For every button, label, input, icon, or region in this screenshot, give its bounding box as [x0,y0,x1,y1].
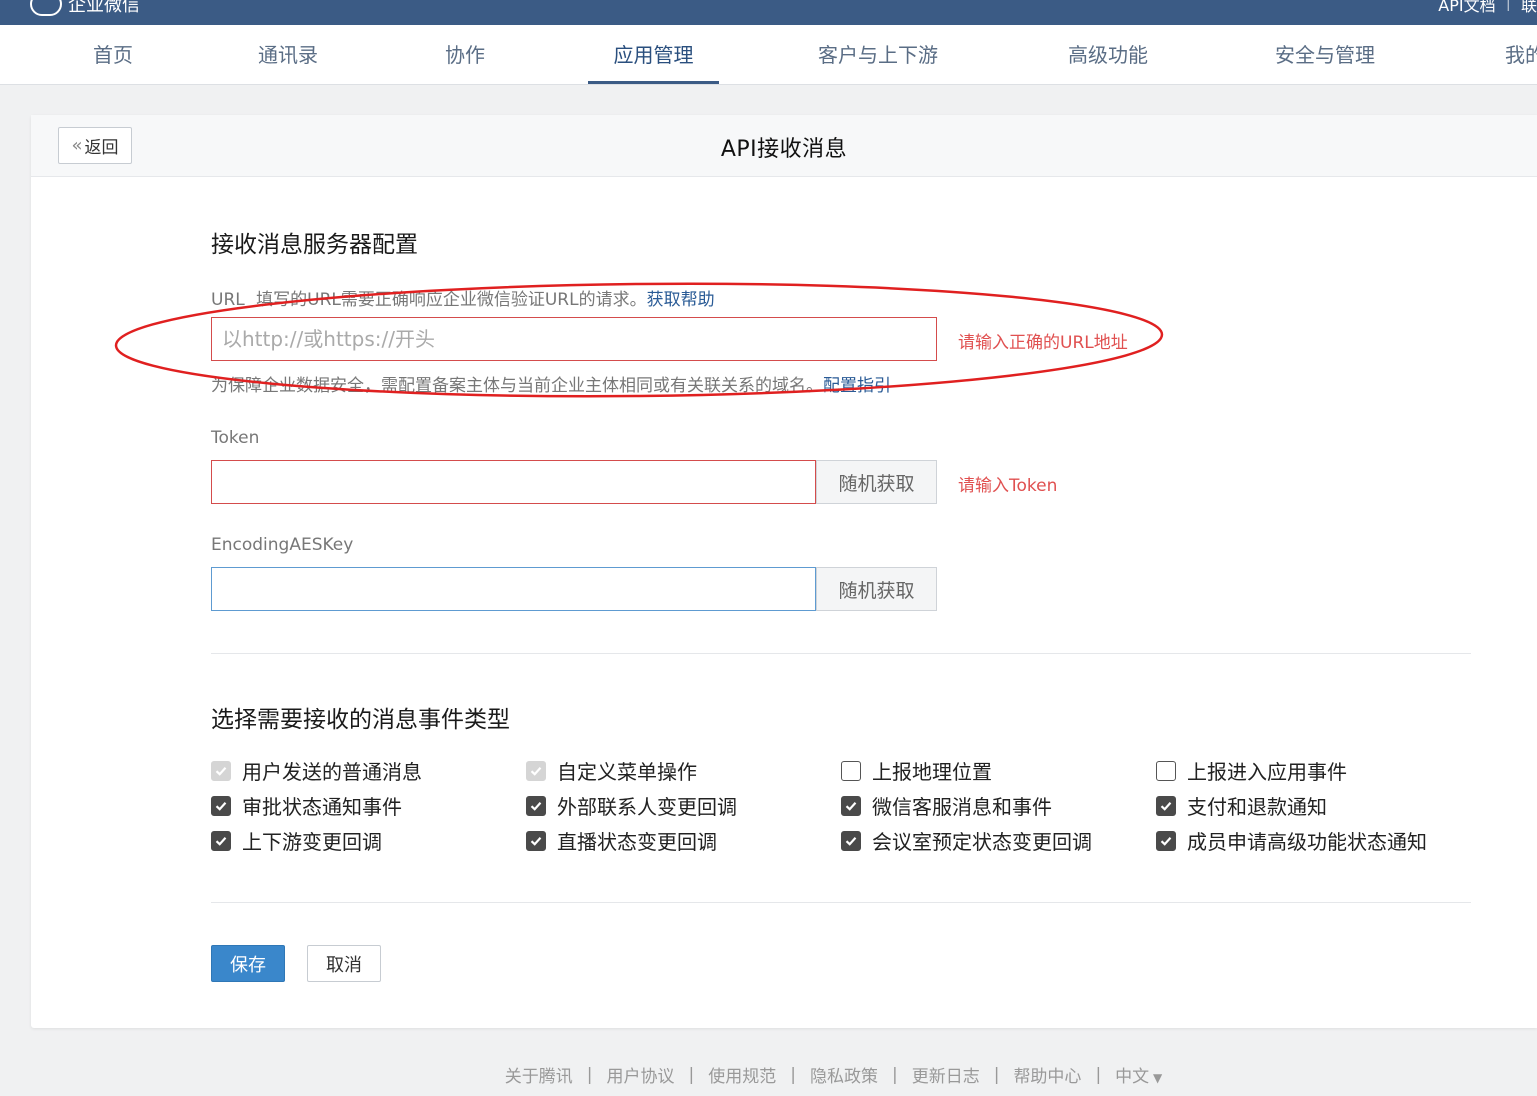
checkbox-checked-icon[interactable] [841,795,861,816]
event-checkbox-label: 微信客服消息和事件 [872,795,1052,819]
checkbox-checked-icon [526,760,546,781]
event-checkbox[interactable]: 微信客服消息和事件 [841,791,1052,820]
checkbox-checked-icon[interactable] [526,830,546,851]
footer-link[interactable]: 更新日志 [912,1062,980,1087]
logo[interactable]: 企业微信 [30,0,140,17]
token-input[interactable] [211,460,816,504]
event-checkbox-label: 直播状态变更回调 [557,830,717,854]
footer-links: 关于腾讯 | 用户协议 | 使用规范 | 隐私政策 | 更新日志 | 帮助中心 | 中文 ▼ [505,1062,1162,1088]
caret-down-icon: ▼ [1149,1071,1163,1085]
url-error-message: 请输入正确的URL地址 [958,333,1128,353]
checkbox-checked-icon[interactable] [211,830,231,851]
event-checkbox-label: 审批状态通知事件 [242,795,402,819]
aes-key-label: EncodingAESKey [211,535,354,555]
event-checkbox-label: 会议室预定状态变更回调 [872,830,1092,854]
cancel-button[interactable]: 取消 [307,945,381,982]
event-checkbox[interactable]: 上报进入应用事件 [1156,756,1347,785]
nav-contacts[interactable]: 通讯录 [258,25,318,84]
nav-collaboration[interactable]: 协作 [445,25,485,84]
event-checkbox[interactable]: 上下游变更回调 [211,826,382,855]
event-checkbox: 自定义菜单操作 [526,756,697,785]
checkbox-checked-icon [211,760,231,781]
footer: 关于腾讯 | 用户协议 | 使用规范 | 隐私政策 | 更新日志 | 帮助中心 | 中文 ▼ [0,1062,1537,1088]
separator: | [790,1064,796,1085]
logo-text: 企业微信 [68,0,140,16]
event-checkbox-label: 支付和退款通知 [1187,795,1327,819]
aes-key-random-button[interactable]: 随机获取 [816,567,937,611]
url-input[interactable] [211,317,937,361]
checkbox-checked-icon[interactable] [1156,830,1176,851]
get-help-link[interactable]: 获取帮助 [647,290,715,310]
domain-hint-text: 为保障企业数据安全，需配置备案主体与当前企业主体相同或有关联关系的域名。 [211,376,823,396]
event-checkbox-label: 上报地理位置 [872,760,992,784]
event-checkbox[interactable]: 直播状态变更回调 [526,826,717,855]
domain-hint: 为保障企业数据安全，需配置备案主体与当前企业主体相同或有关联关系的域名。配置指引 [211,371,891,396]
nav-security[interactable]: 安全与管理 [1275,25,1375,84]
token-random-button[interactable]: 随机获取 [816,460,937,504]
url-label-row: URL 填写的URL需要正确响应企业微信验证URL的请求。获取帮助 [211,285,715,310]
api-docs-link[interactable]: API文档 [1438,0,1495,16]
url-description: 填写的URL需要正确响应企业微信验证URL的请求。 [256,290,647,310]
footer-link[interactable]: 关于腾讯 [505,1062,573,1087]
divider [211,653,1471,654]
checkbox-checked-icon[interactable] [841,830,861,851]
url-label: URL [211,290,245,310]
footer-link[interactable]: 使用规范 [708,1062,776,1087]
language-selector[interactable]: 中文 ▼ [1115,1062,1162,1087]
server-config-title: 接收消息服务器配置 [211,232,418,258]
event-checkbox[interactable]: 审批状态通知事件 [211,791,402,820]
page-title: API接收消息 [720,137,848,162]
event-checkbox[interactable]: 会议室预定状态变更回调 [841,826,1092,855]
separator: | [993,1064,1000,1085]
footer-link[interactable]: 帮助中心 [1013,1062,1081,1087]
checkbox-unchecked-icon[interactable] [841,760,861,781]
language-label: 中文 [1115,1067,1150,1087]
save-button[interactable]: 保存 [211,945,285,982]
checkbox-checked-icon[interactable] [1156,795,1176,816]
token-label: Token [211,428,260,448]
checkbox-unchecked-icon[interactable] [1156,760,1176,781]
divider [211,902,1471,903]
event-checkbox-label: 成员申请高级功能状态通知 [1187,830,1427,854]
event-checkbox-label: 上下游变更回调 [242,830,382,854]
event-checkbox: 用户发送的普通消息 [211,756,422,785]
separator: | [688,1064,695,1085]
event-checkbox[interactable]: 支付和退款通知 [1156,791,1327,820]
event-checkbox-label: 上报进入应用事件 [1187,760,1347,784]
contact-link[interactable]: 联 [1521,0,1537,16]
content-card: « 返回 API接收消息 接收消息服务器配置 URL 填写的URL需要正确响应企… [31,115,1537,1028]
event-checkbox-label: 自定义菜单操作 [557,760,697,784]
separator: | [891,1064,898,1085]
event-checkbox[interactable]: 成员申请高级功能状态通知 [1156,826,1427,855]
nav-customers[interactable]: 客户与上下游 [818,25,938,84]
checkbox-checked-icon[interactable] [526,795,546,816]
main-nav: 首页 通讯录 协作 应用管理 客户与上下游 高级功能 安全与管理 我的 [0,25,1537,85]
nav-home[interactable]: 首页 [93,25,133,84]
footer-link[interactable]: 用户协议 [607,1062,675,1087]
footer-link[interactable]: 隐私政策 [810,1062,878,1087]
wecom-logo-icon [30,0,62,16]
aes-key-input[interactable] [211,567,816,611]
config-guide-link[interactable]: 配置指引 [823,376,891,396]
checkbox-checked-icon[interactable] [211,795,231,816]
event-checkbox[interactable]: 外部联系人变更回调 [526,791,737,820]
token-error-message: 请输入Token [958,476,1058,496]
top-bar: 企业微信 API文档 | 联 [0,0,1537,25]
separator: | [1095,1064,1102,1085]
event-checkbox[interactable]: 上报地理位置 [841,756,992,785]
separator: | [586,1064,593,1085]
nav-mine[interactable]: 我的 [1505,25,1537,84]
separator: | [1505,0,1511,11]
event-checkbox-label: 用户发送的普通消息 [242,760,422,784]
card-header: « 返回 API接收消息 [31,115,1537,177]
nav-app-management[interactable]: 应用管理 [588,25,719,84]
events-section-title: 选择需要接收的消息事件类型 [211,707,510,733]
nav-advanced[interactable]: 高级功能 [1068,25,1148,84]
top-right-links: API文档 | 联 [1438,0,1537,16]
event-checkbox-label: 外部联系人变更回调 [557,795,737,819]
